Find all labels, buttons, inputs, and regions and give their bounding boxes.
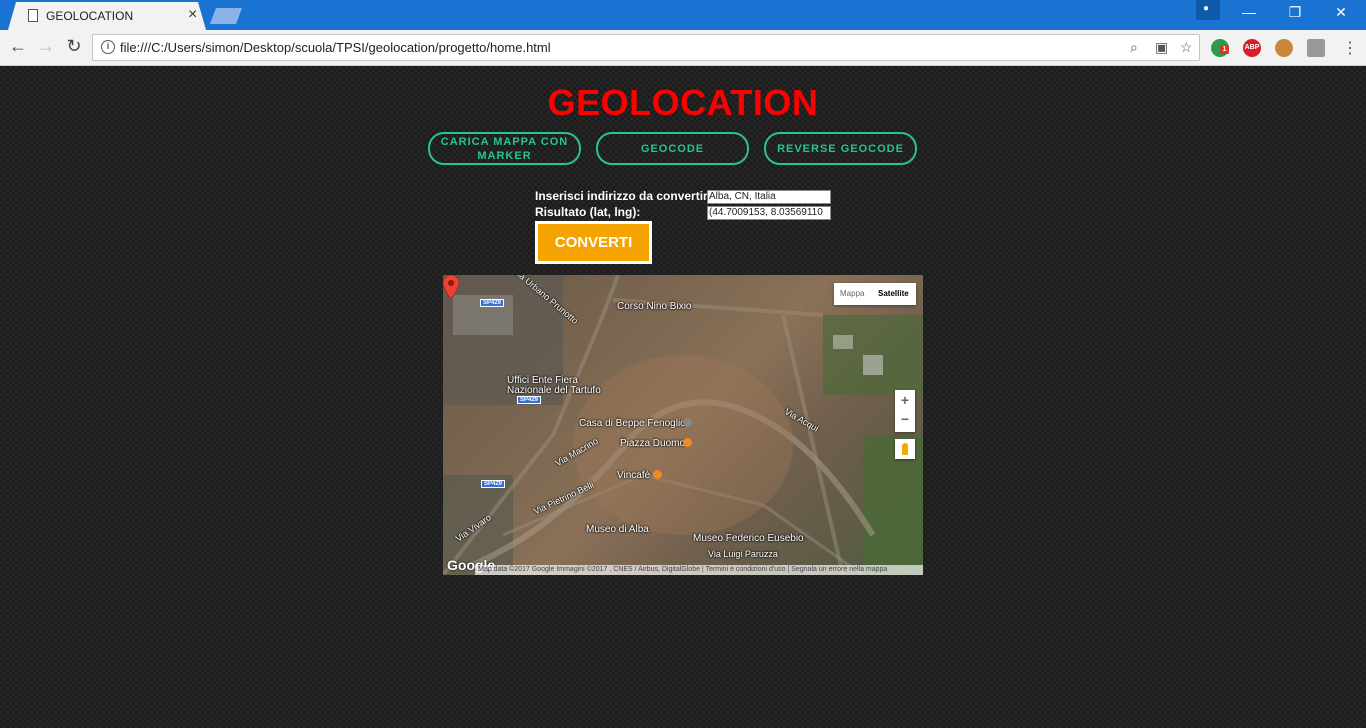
cafe-icon[interactable] bbox=[683, 438, 692, 447]
page-title: GEOLOCATION bbox=[547, 82, 819, 123]
browser-titlebar: GEOLOCATION × ● — ❐ ✕ bbox=[0, 0, 1366, 30]
url-text[interactable]: file:///C:/Users/simon/Desktop/scuola/TP… bbox=[120, 40, 551, 55]
address-row: Inserisci indirizzo da convertire: Alba,… bbox=[535, 189, 835, 205]
road-badge: SP429 bbox=[480, 299, 505, 307]
page-content: GEOLOCATION CARICA MAPPA CON MARKER GEOC… bbox=[0, 66, 1366, 728]
result-input[interactable]: (44.7009153, 8.03569110 bbox=[707, 206, 831, 220]
reload-icon[interactable]: ↻ bbox=[62, 36, 86, 57]
zoom-icon[interactable]: ⌕ bbox=[1130, 39, 1138, 56]
tab-close-icon[interactable]: × bbox=[188, 6, 197, 24]
restaurant-icon[interactable] bbox=[653, 470, 662, 479]
address-input[interactable]: Alba, CN, Italia bbox=[707, 190, 831, 204]
road-badge: SP429 bbox=[481, 480, 506, 488]
geocode-form: Inserisci indirizzo da convertire: Alba,… bbox=[535, 189, 835, 221]
convert-button[interactable]: CONVERTI bbox=[535, 221, 652, 264]
map-type-satellite[interactable]: Satellite bbox=[878, 289, 909, 298]
zoom-control: + − bbox=[895, 390, 915, 432]
result-label: Risultato (lat, lng): bbox=[535, 205, 641, 219]
map-marker-icon[interactable] bbox=[443, 275, 459, 299]
street-view-pegman-icon[interactable] bbox=[895, 439, 915, 459]
extension-puzzle-icon[interactable] bbox=[1307, 39, 1325, 57]
back-arrow-icon[interactable]: ← bbox=[6, 36, 30, 57]
restore-button[interactable]: ❐ bbox=[1280, 4, 1310, 21]
map-label: Casa di Beppe Fenoglio bbox=[579, 418, 686, 429]
bookmark-star-icon[interactable]: ☆ bbox=[1180, 39, 1193, 56]
cookie-icon[interactable] bbox=[1275, 39, 1293, 57]
map-label: Via Luigi Paruzza bbox=[708, 549, 778, 559]
map-attribution[interactable]: Map data ©2017 Google Immagini ©2017 , C… bbox=[475, 565, 923, 575]
menu-icon[interactable]: ⋮ bbox=[1342, 38, 1358, 58]
map-label: Museo di Alba bbox=[586, 524, 649, 535]
extension-icon[interactable]: 1 bbox=[1211, 39, 1229, 57]
new-tab-button[interactable] bbox=[210, 8, 242, 24]
landmark-icon[interactable] bbox=[683, 418, 692, 427]
pegman-figure bbox=[902, 443, 908, 455]
map-view[interactable]: Corso Nino Bixio Uffici Ente Fiera Nazio… bbox=[443, 275, 923, 575]
info-icon[interactable]: i bbox=[101, 40, 115, 54]
map-label: Corso Nino Bixio bbox=[617, 301, 692, 312]
road-badge: SP429 bbox=[517, 396, 542, 404]
tab-title: GEOLOCATION bbox=[46, 9, 134, 23]
address-label: Inserisci indirizzo da convertire: bbox=[535, 189, 719, 203]
page-icon bbox=[28, 9, 38, 22]
map-type-control: Mappa Satellite bbox=[834, 283, 916, 305]
result-row: Risultato (lat, lng): (44.7009153, 8.035… bbox=[535, 205, 835, 221]
zoom-in-button[interactable]: + bbox=[895, 392, 915, 408]
load-map-button[interactable]: CARICA MAPPA CON MARKER bbox=[428, 132, 581, 165]
browser-tab[interactable]: GEOLOCATION × bbox=[8, 2, 206, 30]
map-type-map[interactable]: Mappa bbox=[840, 289, 864, 298]
zoom-out-button[interactable]: − bbox=[895, 411, 915, 427]
map-label: Museo Federico Eusebio bbox=[693, 533, 804, 544]
minimize-button[interactable]: — bbox=[1234, 4, 1264, 20]
browser-toolbar: ← → ↻ i file:///C:/Users/simon/Desktop/s… bbox=[0, 30, 1366, 66]
forward-arrow-icon[interactable]: → bbox=[34, 36, 58, 57]
person-icon: ● bbox=[1203, 3, 1210, 14]
extension-badge: 1 bbox=[1220, 45, 1229, 54]
map-label: Piazza Duomo bbox=[620, 438, 686, 449]
adblock-icon[interactable]: ABP bbox=[1243, 39, 1261, 57]
geocode-button[interactable]: GEOCODE bbox=[596, 132, 749, 165]
translate-icon[interactable]: ▣ bbox=[1155, 39, 1168, 56]
address-bar[interactable]: i file:///C:/Users/simon/Desktop/scuola/… bbox=[92, 34, 1200, 61]
profile-button[interactable]: ● bbox=[1196, 0, 1220, 20]
map-label: Vincafè bbox=[617, 470, 651, 481]
map-label: Nazionale del Tartufo bbox=[507, 385, 601, 396]
reverse-geocode-button[interactable]: REVERSE GEOCODE bbox=[764, 132, 917, 165]
close-window-button[interactable]: ✕ bbox=[1326, 4, 1356, 21]
